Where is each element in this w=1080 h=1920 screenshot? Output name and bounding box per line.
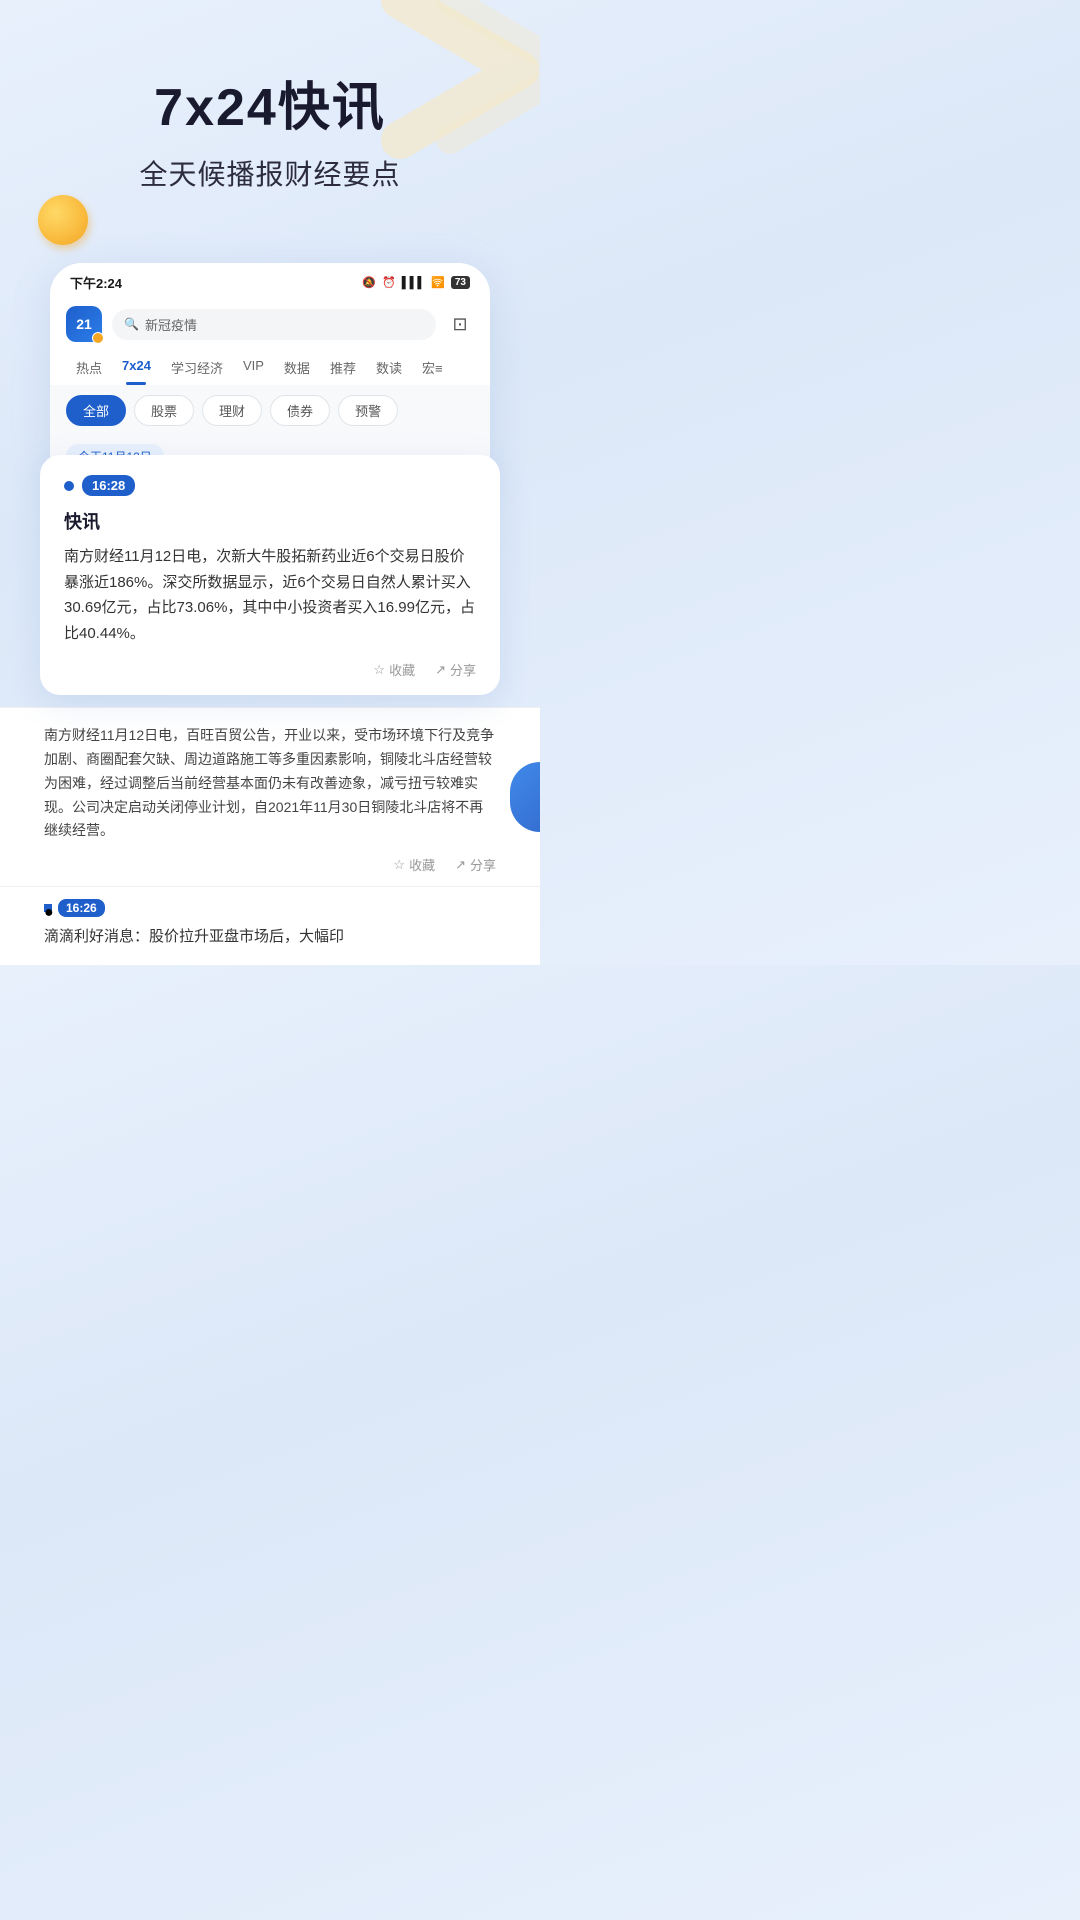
share-icon-2: ↗	[455, 857, 466, 873]
star-icon: ☆	[373, 662, 385, 678]
status-icons: 🔕 ⏰ ▌▌▌ 🛜 73	[362, 276, 470, 289]
scan-icon[interactable]: ⊡	[446, 310, 474, 338]
chip-alert[interactable]: 预警	[338, 395, 398, 426]
chip-bonds[interactable]: 债券	[270, 395, 330, 426]
search-bar[interactable]: 🔍 新冠疫情	[112, 309, 436, 340]
share-label: 分享	[450, 660, 476, 679]
news-tag: 快讯	[64, 508, 476, 534]
hero-subtitle: 全天候播报财经要点	[40, 153, 500, 193]
third-article-title: 滴滴利好消息：股价拉升亚盘市场后，大幅印	[44, 925, 496, 949]
wifi-icon: 🛜	[431, 276, 445, 289]
share-button[interactable]: ↗ 分享	[435, 660, 476, 679]
app-logo[interactable]: 21	[66, 306, 102, 342]
news-card-header: 16:28	[64, 475, 476, 496]
chip-stocks[interactable]: 股票	[134, 395, 194, 426]
second-article-actions: ☆ 收藏 ↗ 分享	[44, 855, 496, 874]
third-dot: ●	[44, 904, 52, 912]
collect-label-2: 收藏	[409, 855, 435, 874]
search-icon: 🔍	[124, 317, 139, 331]
signal-icon: ▌▌▌	[402, 277, 425, 289]
app-logo-badge	[92, 332, 104, 344]
tab-data[interactable]: 数据	[274, 352, 320, 385]
hero-section: 7x24快讯 全天候播报财经要点	[0, 0, 540, 233]
tab-7x24[interactable]: 7x24	[112, 352, 161, 385]
blue-decoration	[510, 762, 540, 832]
news-card: 16:28 快讯 南方财经11月12日电，次新大牛股拓新药业近6个交易日股价暴涨…	[40, 455, 500, 695]
third-article: ● 16:26 滴滴利好消息：股价拉升亚盘市场后，大幅印	[0, 886, 540, 965]
tab-study-economy[interactable]: 学习经济	[161, 352, 233, 385]
second-article-text: 南方财经11月12日电，百旺百贸公告，开业以来，受市场环境下行及竞争加剧、商圈配…	[44, 724, 496, 843]
app-header: 21 🔍 新冠疫情 ⊡ 热点 7x24 学习经济 VIP 数据 推荐 数读 宏≡	[50, 298, 490, 385]
filter-chips: 全部 股票 理财 债券 预警	[50, 385, 490, 436]
status-time: 下午2:24	[70, 273, 122, 292]
tab-vip[interactable]: VIP	[233, 352, 274, 385]
nav-tabs: 热点 7x24 学习经济 VIP 数据 推荐 数读 宏≡	[66, 352, 474, 385]
share-icon: ↗	[435, 662, 446, 678]
collect-label: 收藏	[389, 660, 415, 679]
news-content: 南方财经11月12日电，次新大牛股拓新药业近6个交易日股价暴涨近186%。深交所…	[64, 544, 476, 646]
second-collect-button[interactable]: ☆ 收藏	[393, 855, 435, 874]
alarm-icon: ⏰	[382, 276, 396, 289]
search-placeholder: 新冠疫情	[145, 315, 197, 334]
third-time-badge: 16:26	[58, 899, 105, 917]
battery-icon: 73	[451, 276, 470, 289]
hero-title: 7x24快讯	[40, 80, 500, 137]
chip-finance[interactable]: 理财	[202, 395, 262, 426]
news-actions: ☆ 收藏 ↗ 分享	[64, 660, 476, 679]
news-dot	[64, 481, 74, 491]
share-label-2: 分享	[470, 855, 496, 874]
chip-all[interactable]: 全部	[66, 395, 126, 426]
star-icon-2: ☆	[393, 857, 405, 873]
tab-macro[interactable]: 宏≡	[412, 352, 453, 385]
phone-mockup: 下午2:24 🔕 ⏰ ▌▌▌ 🛜 73 21 🔍 新冠疫情 ⊡ 热点	[50, 263, 490, 485]
tab-digital-reading[interactable]: 数读	[366, 352, 412, 385]
search-row: 21 🔍 新冠疫情 ⊡	[66, 306, 474, 342]
tab-recommend[interactable]: 推荐	[320, 352, 366, 385]
news-time-badge: 16:28	[82, 475, 135, 496]
second-share-button[interactable]: ↗ 分享	[455, 855, 496, 874]
second-article: 南方财经11月12日电，百旺百贸公告，开业以来，受市场环境下行及竞争加剧、商圈配…	[0, 707, 540, 886]
mute-icon: 🔕	[362, 276, 376, 289]
tab-hotspot[interactable]: 热点	[66, 352, 112, 385]
collect-button[interactable]: ☆ 收藏	[373, 660, 415, 679]
status-bar: 下午2:24 🔕 ⏰ ▌▌▌ 🛜 73	[50, 263, 490, 298]
